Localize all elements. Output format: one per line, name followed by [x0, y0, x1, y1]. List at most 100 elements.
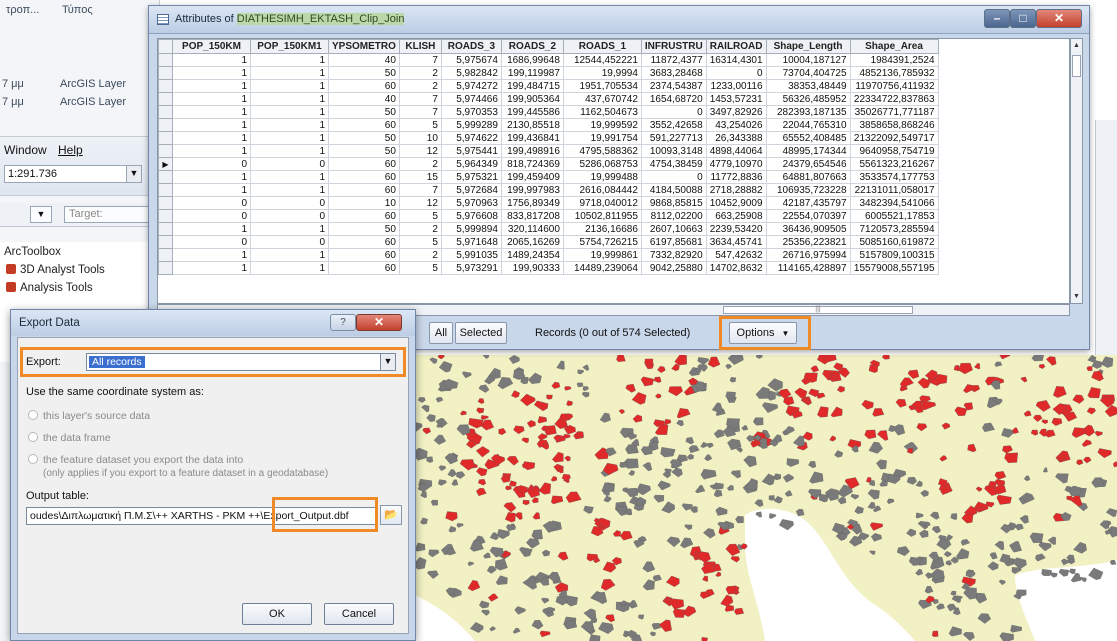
- table-row[interactable]: 1 1 60 5 5,973291 199,90333 14489,239064 9042,2…: [158, 261, 939, 275]
- table-row[interactable]: 1 1 50 7 5,970353 199,445586 1162,504673 0 3497,…: [158, 105, 939, 119]
- table-cell[interactable]: 833,817208: [500, 209, 564, 223]
- table-cell[interactable]: 2: [398, 222, 442, 236]
- table-cell[interactable]: 1: [172, 144, 251, 158]
- menu-help[interactable]: Help: [58, 143, 83, 161]
- table-cell[interactable]: 12: [398, 144, 442, 158]
- scroll-thumb[interactable]: |||: [723, 306, 913, 314]
- table-cell[interactable]: 2136,16686: [562, 222, 642, 236]
- table-cell[interactable]: 11970756,411932: [849, 79, 939, 93]
- layer-type[interactable]: ArcGIS Layer: [60, 96, 126, 114]
- table-cell[interactable]: 1984391,2524: [849, 53, 939, 67]
- table-cell[interactable]: 0: [250, 157, 329, 171]
- close-button[interactable]: ✕: [1036, 9, 1082, 28]
- table-cell[interactable]: 19,999861: [562, 248, 642, 262]
- layer-type[interactable]: ArcGIS Layer: [60, 78, 126, 96]
- table-row[interactable]: 1 1 60 5 5,999289 2130,85518 19,999592 3552,426…: [158, 118, 939, 132]
- table-row[interactable]: 1 1 60 2 5,974272 199,484715 1951,705534 2374,5…: [158, 79, 939, 93]
- table-cell[interactable]: 21322092,549717: [849, 131, 939, 145]
- table-cell[interactable]: 1: [172, 170, 251, 184]
- table-cell[interactable]: 11772,8836: [705, 170, 767, 184]
- table-cell[interactable]: 65552,408485: [765, 131, 851, 145]
- table-cell[interactable]: 9042,25880: [640, 261, 707, 275]
- table-cell[interactable]: 1951,705534: [562, 79, 642, 93]
- table-cell[interactable]: 7332,82920: [640, 248, 707, 262]
- table-row[interactable]: 0 0 10 12 5,970963 1756,89349 9718,040012 9868,…: [158, 196, 939, 210]
- row-selector[interactable]: [158, 222, 173, 236]
- table-cell[interactable]: 19,999488: [562, 170, 642, 184]
- row-selector[interactable]: [158, 92, 173, 106]
- scroll-thumb[interactable]: [1072, 55, 1081, 77]
- table-cell[interactable]: 25356,223821: [765, 235, 851, 249]
- table-cell[interactable]: 73704,404725: [765, 66, 851, 80]
- table-cell[interactable]: 2065,16269: [500, 235, 564, 249]
- table-cell[interactable]: 50: [328, 105, 400, 119]
- row-selector[interactable]: [158, 248, 173, 262]
- row-selector[interactable]: [158, 170, 173, 184]
- folder-open-icon[interactable]: 📂: [380, 505, 402, 525]
- table-cell[interactable]: 3634,45741: [705, 235, 767, 249]
- table-cell[interactable]: 199,459409: [500, 170, 564, 184]
- table-cell[interactable]: 43,254026: [705, 118, 767, 132]
- table-cell[interactable]: 60: [328, 183, 400, 197]
- chevron-down-icon[interactable]: ▼: [126, 166, 141, 182]
- table-cell[interactable]: 7: [398, 92, 442, 106]
- table-cell[interactable]: 19,991754: [562, 131, 642, 145]
- close-button[interactable]: ✕: [356, 314, 402, 331]
- table-cell[interactable]: 10004,187127: [765, 53, 851, 67]
- table-cell[interactable]: 5: [398, 118, 442, 132]
- table-cell[interactable]: 60: [328, 157, 400, 171]
- table-cell[interactable]: 40: [328, 53, 400, 67]
- vertical-scrollbar[interactable]: ▲ ▼: [1070, 38, 1083, 304]
- table-row[interactable]: 0 0 60 5 5,976608 833,817208 10502,811955 8112,…: [158, 209, 939, 223]
- maximize-button[interactable]: □: [1010, 9, 1036, 28]
- table-cell[interactable]: 106935,723228: [765, 183, 851, 197]
- table-cell[interactable]: 547,42632: [705, 248, 767, 262]
- options-button[interactable]: Options ▼: [729, 322, 797, 344]
- table-cell[interactable]: 7120573,285594: [849, 222, 939, 236]
- minimize-button[interactable]: –: [984, 9, 1010, 28]
- toolbox-analysis[interactable]: Analysis Tools: [6, 280, 93, 296]
- table-cell[interactable]: 22131011,058017: [849, 183, 939, 197]
- table-cell[interactable]: 199,997983: [500, 183, 564, 197]
- table-cell[interactable]: 3533574,177753: [849, 170, 939, 184]
- table-cell[interactable]: 5,975321: [440, 170, 502, 184]
- table-cell[interactable]: 26,343388: [705, 131, 767, 145]
- radio-layer-source[interactable]: this layer's source data: [28, 410, 150, 424]
- table-cell[interactable]: 8112,02200: [640, 209, 707, 223]
- table-cell[interactable]: 5,974466: [440, 92, 502, 106]
- table-cell[interactable]: 0: [172, 235, 251, 249]
- table-cell[interactable]: 12544,452221: [562, 53, 642, 67]
- table-cell[interactable]: 199,90333: [500, 261, 564, 275]
- scroll-down-icon[interactable]: ▼: [1071, 290, 1082, 303]
- table-cell[interactable]: 1: [172, 105, 251, 119]
- row-selector[interactable]: ▶: [158, 157, 173, 171]
- table-row[interactable]: 0 0 60 5 5,971648 2065,16269 5754,726215 6197,8…: [158, 235, 939, 249]
- table-cell[interactable]: 4779,10970: [705, 157, 767, 171]
- table-cell[interactable]: 12: [398, 196, 442, 210]
- column-header[interactable]: KLISH: [398, 39, 442, 54]
- table-cell[interactable]: 5085160,619872: [849, 235, 939, 249]
- help-button[interactable]: ?: [330, 314, 356, 331]
- table-cell[interactable]: 3858658,868246: [849, 118, 939, 132]
- table-cell[interactable]: 0: [172, 209, 251, 223]
- table-cell[interactable]: 24379,654546: [765, 157, 851, 171]
- table-cell[interactable]: 1: [250, 66, 329, 80]
- table-cell[interactable]: 1756,89349: [500, 196, 564, 210]
- table-cell[interactable]: 1: [172, 131, 251, 145]
- table-cell[interactable]: 0: [640, 170, 707, 184]
- table-cell[interactable]: 1: [172, 118, 251, 132]
- table-row[interactable]: 1 1 50 2 5,982842 199,119987 19,9994 3683,28468…: [158, 66, 939, 80]
- table-cell[interactable]: 1686,99648: [500, 53, 564, 67]
- table-cell[interactable]: 5,976608: [440, 209, 502, 223]
- table-cell[interactable]: 1: [250, 118, 329, 132]
- table-cell[interactable]: 10452,9009: [705, 196, 767, 210]
- table-cell[interactable]: 19,999592: [562, 118, 642, 132]
- table-cell[interactable]: 1: [250, 79, 329, 93]
- table-cell[interactable]: 818,724369: [500, 157, 564, 171]
- table-cell[interactable]: 2130,85518: [500, 118, 564, 132]
- table-cell[interactable]: 5561323,216267: [849, 157, 939, 171]
- table-cell[interactable]: 2607,10663: [640, 222, 707, 236]
- table-cell[interactable]: 0: [250, 209, 329, 223]
- table-cell[interactable]: 1: [250, 92, 329, 106]
- table-cell[interactable]: 60: [328, 170, 400, 184]
